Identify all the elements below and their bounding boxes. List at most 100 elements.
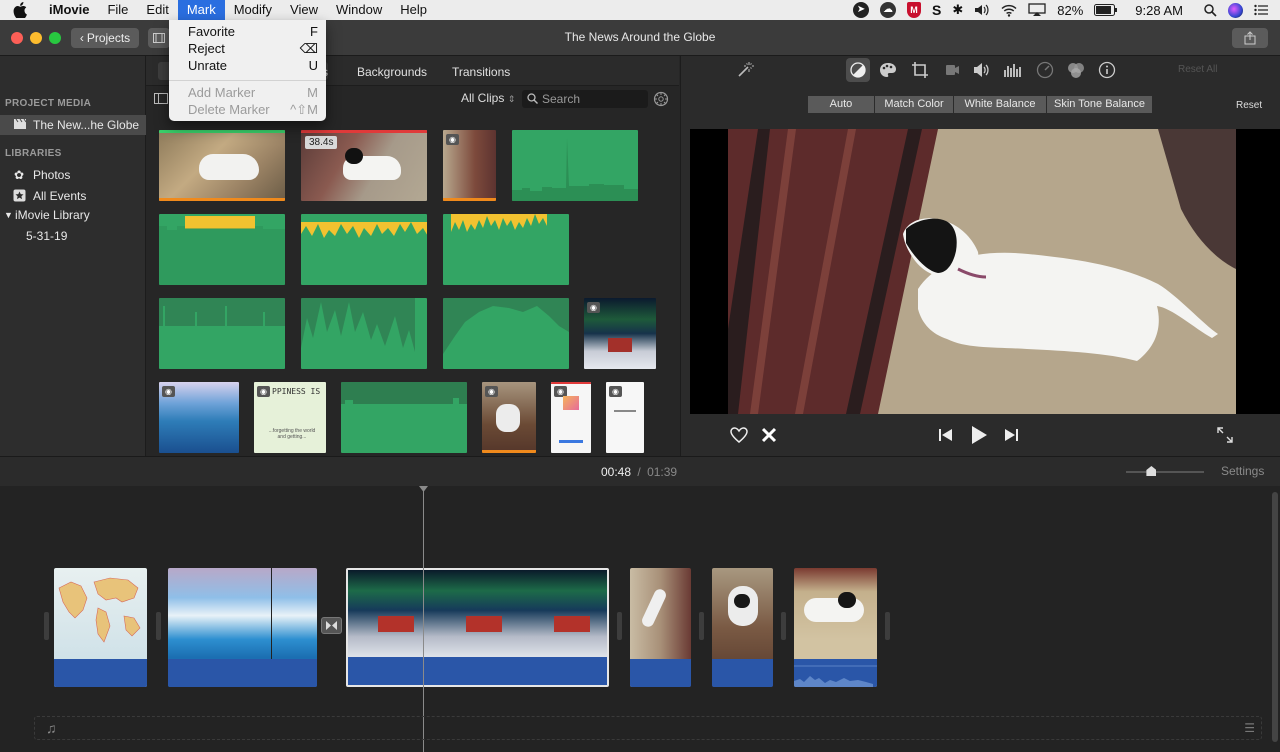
- menu-view[interactable]: View: [281, 0, 327, 20]
- siri-icon[interactable]: [1228, 2, 1243, 18]
- menu-item-favorite[interactable]: Favorite F: [169, 23, 326, 40]
- zoom-slider-knob[interactable]: [1146, 466, 1157, 476]
- timeline-clip-world-map[interactable]: [54, 568, 147, 687]
- waterfall-photo-thumbnail[interactable]: ◉: [159, 382, 239, 453]
- transition-button[interactable]: [321, 617, 342, 634]
- wifi-icon[interactable]: [1001, 4, 1017, 17]
- white-balance-button[interactable]: White Balance: [954, 96, 1046, 113]
- screenshot-photo-thumbnail[interactable]: ◉: [606, 382, 644, 453]
- northern-lights-photo-thumbnail[interactable]: ◉: [584, 298, 656, 369]
- sidebar-item-all-events[interactable]: All Events: [0, 186, 146, 206]
- crop-icon[interactable]: [911, 61, 929, 79]
- clip-trim-handle[interactable]: [885, 612, 890, 640]
- scrivener-icon[interactable]: S: [932, 2, 941, 18]
- fullscreen-icon[interactable]: [1217, 427, 1233, 443]
- timeline-settings-button[interactable]: Settings: [1221, 464, 1264, 478]
- notification-center-icon[interactable]: [1254, 4, 1268, 16]
- search-input[interactable]: Search: [522, 90, 648, 108]
- gear-icon[interactable]: [653, 91, 669, 107]
- sidebar-item-imovie-library[interactable]: ▼ iMovie Library: [0, 205, 146, 225]
- battery-icon[interactable]: [1094, 4, 1118, 16]
- happiness-quote-thumbnail[interactable]: ◉ PPINESS IS ...forgetting the world and…: [254, 382, 326, 453]
- palette-icon[interactable]: [879, 62, 897, 78]
- reject-x-icon[interactable]: [761, 427, 777, 443]
- audio-clip-waveform[interactable]: [301, 214, 427, 285]
- clock[interactable]: 9:28 AM: [1135, 3, 1183, 18]
- extension-icon[interactable]: ☁: [880, 2, 897, 18]
- timeline-scrollbar[interactable]: [1272, 492, 1278, 742]
- color-balance-button[interactable]: [846, 58, 870, 82]
- timeline-clip-dog-3[interactable]: [794, 568, 877, 687]
- favorite-heart-icon[interactable]: [730, 427, 748, 443]
- video-clip-thumbnail[interactable]: ◉: [443, 130, 496, 201]
- clip-trim-handle[interactable]: [617, 612, 622, 640]
- info-icon[interactable]: [1098, 61, 1116, 79]
- clip-filter-icon[interactable]: [1067, 61, 1085, 79]
- menu-app-name[interactable]: iMovie: [40, 0, 98, 20]
- video-clip-thumbnail[interactable]: 38.4s: [301, 130, 427, 201]
- sidebar-item-event[interactable]: 5-31-19: [0, 226, 146, 246]
- audio-clip-waveform[interactable]: [159, 298, 285, 369]
- menu-edit[interactable]: Edit: [137, 0, 177, 20]
- clip-trim-handle[interactable]: [44, 612, 49, 640]
- tab-transitions[interactable]: Transitions: [452, 65, 510, 79]
- sidebar-item-project[interactable]: The New...he Globe: [0, 115, 146, 135]
- audio-clip-waveform[interactable]: [443, 214, 569, 285]
- match-color-button[interactable]: Match Color: [875, 96, 953, 113]
- clip-trim-handle[interactable]: [156, 612, 161, 640]
- audio-clip-waveform[interactable]: [159, 214, 285, 285]
- menu-item-unrate[interactable]: Unrate U: [169, 57, 326, 74]
- skip-forward-icon[interactable]: [1004, 429, 1018, 441]
- auto-button[interactable]: Auto: [808, 96, 874, 113]
- timeline-clip-waterfall[interactable]: [168, 568, 317, 687]
- equalizer-icon[interactable]: [1004, 62, 1022, 78]
- play-icon[interactable]: [971, 426, 987, 444]
- audio-clip-waveform[interactable]: [512, 130, 638, 201]
- sidebar-item-label: 5-31-19: [26, 229, 68, 243]
- volume-icon[interactable]: [973, 62, 991, 78]
- skin-tone-balance-button[interactable]: Skin Tone Balance: [1047, 96, 1152, 113]
- dog-photo-thumbnail[interactable]: ◉: [482, 382, 536, 453]
- clip-trim-handle[interactable]: [781, 612, 786, 640]
- apple-menu-icon[interactable]: [0, 2, 40, 18]
- speed-gauge-icon[interactable]: [1036, 61, 1054, 79]
- background-music-well[interactable]: ♫ ☰: [34, 716, 1262, 740]
- video-preview[interactable]: [690, 129, 1280, 414]
- magic-wand-icon[interactable]: [736, 61, 754, 79]
- tab-backgrounds[interactable]: Backgrounds: [357, 65, 427, 79]
- audio-clip-waveform[interactable]: [443, 298, 569, 369]
- clip-filter-select[interactable]: All Clips ⇕: [461, 91, 515, 105]
- timeline[interactable]: ♫ ☰: [0, 486, 1280, 752]
- sidebar-item-photos[interactable]: ✿ Photos: [0, 165, 146, 185]
- menu-help[interactable]: Help: [391, 0, 436, 20]
- reset-button[interactable]: Reset: [1236, 100, 1262, 111]
- airplay-icon[interactable]: [1028, 3, 1046, 17]
- share-button[interactable]: [1232, 28, 1268, 48]
- menu-modify[interactable]: Modify: [225, 0, 281, 20]
- stabilization-camera-icon[interactable]: [943, 62, 961, 78]
- disclosure-triangle-icon[interactable]: ▼: [4, 205, 13, 225]
- playhead[interactable]: [423, 486, 424, 752]
- sidebar-toggle-icon[interactable]: [154, 93, 168, 104]
- timeline-clip-northern-lights-selected[interactable]: [346, 568, 609, 687]
- shield-icon[interactable]: M: [907, 2, 922, 18]
- video-clip-thumbnail[interactable]: [159, 130, 285, 201]
- menu-mark[interactable]: Mark: [177, 0, 225, 20]
- timeline-clip-dog-1[interactable]: [630, 568, 691, 687]
- volume-icon[interactable]: [974, 3, 990, 17]
- zoom-slider[interactable]: [1126, 466, 1204, 476]
- menu-window[interactable]: Window: [327, 0, 391, 20]
- timeline-clip-dog-2[interactable]: [712, 568, 773, 687]
- spotlight-icon[interactable]: [1204, 3, 1217, 17]
- skip-back-icon[interactable]: [939, 429, 953, 441]
- audio-clip-waveform[interactable]: [301, 298, 427, 369]
- quote-title-text: PPINESS IS: [272, 387, 321, 396]
- screenshot-photo-thumbnail[interactable]: ◉: [551, 382, 591, 453]
- reset-all-button: Reset All: [1178, 64, 1218, 75]
- menu-item-reject[interactable]: Reject ⌫: [169, 40, 326, 57]
- send-icon[interactable]: ➤: [853, 2, 870, 18]
- bluetooth-icon[interactable]: ✱: [952, 2, 963, 18]
- clip-trim-handle[interactable]: [699, 612, 704, 640]
- menu-file[interactable]: File: [98, 0, 137, 20]
- audio-clip-waveform[interactable]: [341, 382, 467, 453]
